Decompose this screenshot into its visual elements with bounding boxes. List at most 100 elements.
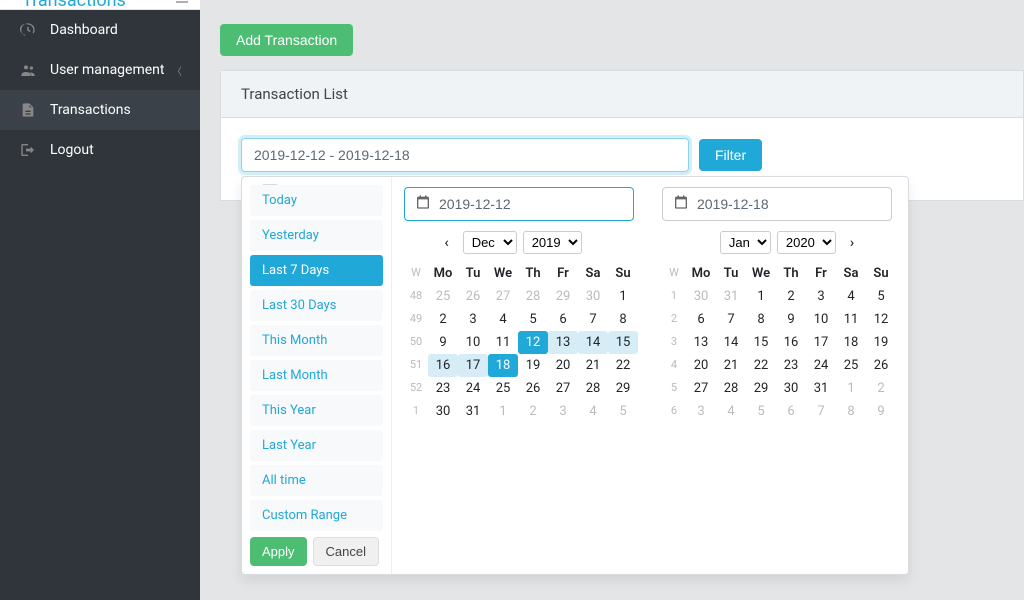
- calendar-day[interactable]: 13: [548, 331, 578, 354]
- calendar-day[interactable]: 27: [488, 285, 518, 308]
- sidebar-item-user-management[interactable]: User management〈: [0, 50, 200, 90]
- range-custom-range[interactable]: Custom Range: [250, 500, 383, 531]
- range-this-month[interactable]: This Month: [250, 325, 383, 356]
- calendar-right-input[interactable]: [697, 196, 881, 212]
- calendar-day[interactable]: 14: [578, 331, 608, 354]
- calendar-day[interactable]: 20: [686, 354, 716, 377]
- calendar-day[interactable]: 30: [578, 285, 608, 308]
- calendar-day[interactable]: 17: [806, 331, 836, 354]
- date-range-input[interactable]: [241, 138, 689, 172]
- calendar-day[interactable]: 22: [608, 354, 638, 377]
- cancel-button[interactable]: Cancel: [313, 537, 379, 566]
- year-select-left[interactable]: 2019: [523, 231, 582, 254]
- calendar-day[interactable]: 15: [608, 331, 638, 354]
- calendar-day[interactable]: 5: [866, 285, 896, 308]
- range-this-year[interactable]: This Year: [250, 395, 383, 426]
- calendar-day[interactable]: 25: [488, 377, 518, 400]
- calendar-day[interactable]: 3: [458, 308, 488, 331]
- calendar-day[interactable]: 3: [686, 400, 716, 423]
- calendar-day[interactable]: 5: [608, 400, 638, 423]
- calendar-day[interactable]: 15: [746, 331, 776, 354]
- calendar-day[interactable]: 18: [836, 331, 866, 354]
- calendar-day[interactable]: 1: [488, 400, 518, 423]
- year-select-right[interactable]: 2020: [777, 231, 836, 254]
- calendar-day[interactable]: 7: [716, 308, 746, 331]
- calendar-day[interactable]: 13: [686, 331, 716, 354]
- calendar-day[interactable]: 17: [458, 354, 488, 377]
- calendar-day[interactable]: 30: [776, 377, 806, 400]
- add-transaction-button[interactable]: Add Transaction: [220, 24, 353, 56]
- calendar-day[interactable]: 3: [806, 285, 836, 308]
- calendar-day[interactable]: 2: [776, 285, 806, 308]
- calendar-day[interactable]: 9: [776, 308, 806, 331]
- calendar-day[interactable]: 20: [548, 354, 578, 377]
- calendar-day[interactable]: 2: [518, 400, 548, 423]
- range-yesterday[interactable]: Yesterday: [250, 220, 383, 251]
- calendar-day[interactable]: 26: [458, 285, 488, 308]
- calendar-day[interactable]: 31: [458, 400, 488, 423]
- calendar-day[interactable]: 21: [578, 354, 608, 377]
- apply-button[interactable]: Apply: [250, 537, 307, 566]
- calendar-day[interactable]: 24: [458, 377, 488, 400]
- calendar-day[interactable]: 27: [548, 377, 578, 400]
- calendar-day[interactable]: 4: [716, 400, 746, 423]
- hamburger-icon[interactable]: [174, 0, 190, 11]
- calendar-day[interactable]: 18: [488, 354, 518, 377]
- calendar-day[interactable]: 5: [746, 400, 776, 423]
- calendar-day[interactable]: 9: [866, 400, 896, 423]
- calendar-day[interactable]: 16: [776, 331, 806, 354]
- calendar-day[interactable]: 14: [716, 331, 746, 354]
- calendar-day[interactable]: 30: [428, 400, 458, 423]
- calendar-day[interactable]: 25: [836, 354, 866, 377]
- calendar-day[interactable]: 28: [518, 285, 548, 308]
- next-month-icon[interactable]: ›: [842, 233, 862, 253]
- calendar-day[interactable]: 27: [686, 377, 716, 400]
- calendar-day[interactable]: 1: [608, 285, 638, 308]
- filter-button[interactable]: Filter: [699, 139, 762, 171]
- calendar-day[interactable]: 9: [428, 331, 458, 354]
- month-select-left[interactable]: Dec: [463, 231, 517, 254]
- calendar-day[interactable]: 28: [578, 377, 608, 400]
- range-last-7-days[interactable]: Last 7 Days: [250, 255, 383, 286]
- calendar-day[interactable]: 8: [836, 400, 866, 423]
- range-last-year[interactable]: Last Year: [250, 430, 383, 461]
- calendar-day[interactable]: 11: [488, 331, 518, 354]
- calendar-day[interactable]: 12: [866, 308, 896, 331]
- sidebar-item-transactions[interactable]: Transactions: [0, 90, 200, 130]
- calendar-day[interactable]: 6: [686, 308, 716, 331]
- calendar-day[interactable]: 6: [548, 308, 578, 331]
- calendar-day[interactable]: 23: [776, 354, 806, 377]
- calendar-day[interactable]: 1: [836, 377, 866, 400]
- calendar-day[interactable]: 6: [776, 400, 806, 423]
- calendar-day[interactable]: 1: [746, 285, 776, 308]
- calendar-day[interactable]: 2: [866, 377, 896, 400]
- calendar-day[interactable]: 19: [866, 331, 896, 354]
- calendar-day[interactable]: 26: [518, 377, 548, 400]
- calendar-day[interactable]: 25: [428, 285, 458, 308]
- calendar-day[interactable]: 4: [578, 400, 608, 423]
- range-last-month[interactable]: Last Month: [250, 360, 383, 391]
- calendar-day[interactable]: 29: [548, 285, 578, 308]
- calendar-day[interactable]: 31: [806, 377, 836, 400]
- calendar-day[interactable]: 28: [716, 377, 746, 400]
- calendar-day[interactable]: 4: [488, 308, 518, 331]
- calendar-day[interactable]: 2: [428, 308, 458, 331]
- calendar-day[interactable]: 26: [866, 354, 896, 377]
- sidebar-item-dashboard[interactable]: Dashboard: [0, 10, 200, 50]
- calendar-day[interactable]: 5: [518, 308, 548, 331]
- calendar-day[interactable]: 16: [428, 354, 458, 377]
- calendar-day[interactable]: 30: [686, 285, 716, 308]
- calendar-day[interactable]: 11: [836, 308, 866, 331]
- calendar-day[interactable]: 29: [608, 377, 638, 400]
- calendar-day[interactable]: 24: [806, 354, 836, 377]
- prev-month-icon[interactable]: ‹: [436, 233, 456, 253]
- calendar-day[interactable]: 21: [716, 354, 746, 377]
- range-today[interactable]: Today: [250, 185, 383, 216]
- calendar-day[interactable]: 8: [608, 308, 638, 331]
- calendar-day[interactable]: 8: [746, 308, 776, 331]
- calendar-day[interactable]: 12: [518, 331, 548, 354]
- range-last-30-days[interactable]: Last 30 Days: [250, 290, 383, 321]
- calendar-day[interactable]: 23: [428, 377, 458, 400]
- calendar-day[interactable]: 10: [458, 331, 488, 354]
- calendar-day[interactable]: 7: [578, 308, 608, 331]
